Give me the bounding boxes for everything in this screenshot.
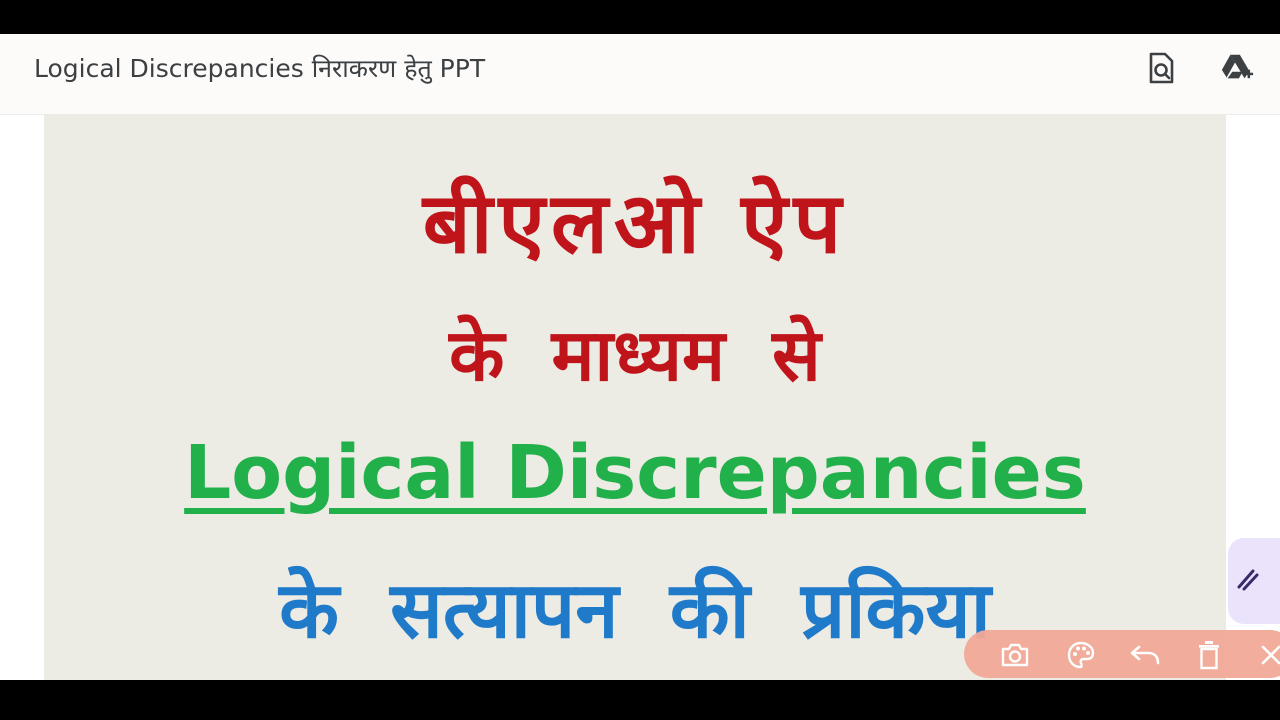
slide-heading-line3: Logical Discrepancies [44, 430, 1226, 516]
trash-icon[interactable] [1192, 638, 1226, 672]
slide-heading-line3-text: Logical Discrepancies [184, 430, 1086, 516]
screen-annotation-toolbar [964, 630, 1280, 678]
slide-heading-line1: बीएलओ ऐप [422, 174, 848, 272]
viewer-screen: Logical Discrepancies निराकरण हेतु PPT ब… [0, 34, 1280, 680]
slide-heading-line2: के माध्यम से [449, 313, 821, 397]
pen-icon [1235, 565, 1263, 597]
google-drive-add-icon[interactable] [1220, 50, 1254, 86]
camera-icon[interactable] [998, 638, 1032, 672]
search-document-icon[interactable] [1144, 50, 1178, 86]
palette-icon[interactable] [1064, 638, 1098, 672]
letterbox-bottom [0, 680, 1280, 720]
undo-icon[interactable] [1128, 638, 1162, 672]
viewer-header: Logical Discrepancies निराकरण हेतु PPT [0, 34, 1280, 115]
document-title: Logical Discrepancies निराकरण हेतु PPT [34, 54, 486, 83]
side-pen-tab[interactable] [1228, 538, 1280, 624]
slide-canvas: बीएलओ ऐप के माध्यम से Logical Discrepanc… [44, 114, 1226, 680]
letterbox-top [0, 0, 1280, 34]
close-icon[interactable] [1254, 638, 1280, 672]
